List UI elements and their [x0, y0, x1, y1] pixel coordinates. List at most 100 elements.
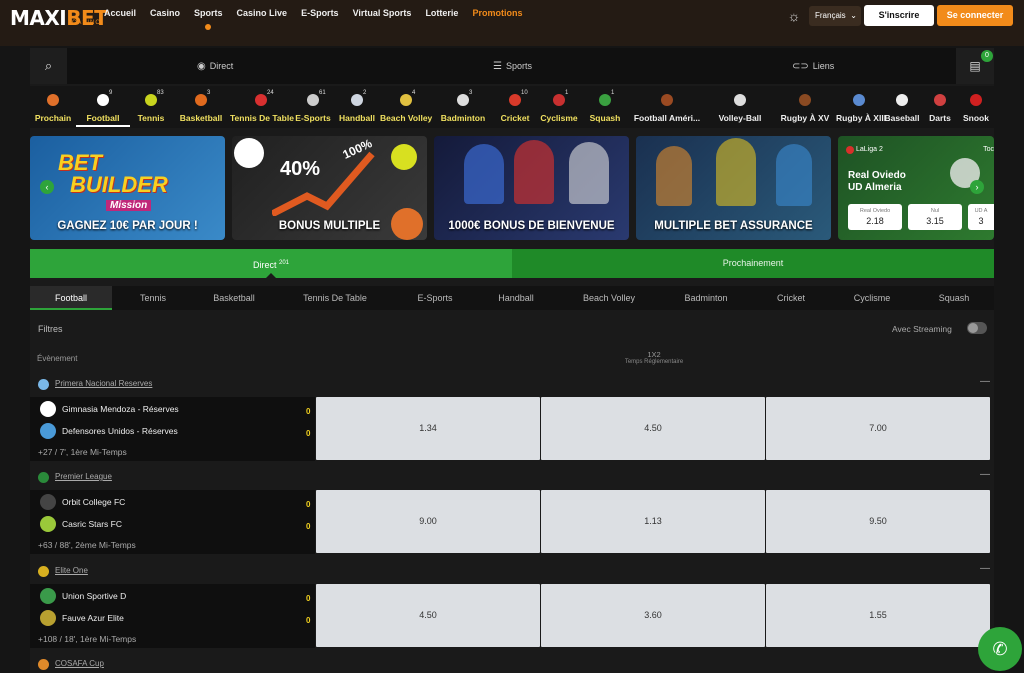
featured-odd-2[interactable]: UD A 3 [968, 204, 994, 230]
odd-button[interactable]: 9.50 [766, 490, 990, 553]
nav-item-promotions[interactable]: Promotions [472, 8, 522, 26]
collapse-icon[interactable]: — [980, 563, 990, 574]
league-header[interactable]: Primera Nacional Reserves — [30, 374, 994, 396]
sport-count: 2 [363, 90, 367, 96]
sport-label: Cyclisme [540, 113, 578, 123]
sport-label: E-Sports [295, 113, 331, 123]
tab-tennis-de-table[interactable]: Tennis De Table [274, 286, 396, 310]
tab-handball[interactable]: Handball [474, 286, 558, 310]
match-time: +63 / 88', 2ème Mi-Temps [38, 540, 136, 550]
odd-button[interactable]: 4.50 [541, 397, 765, 460]
nav-item-casino[interactable]: Casino [150, 8, 180, 26]
sport-item[interactable]: 1 Cyclisme [536, 86, 582, 128]
nav-item-sports[interactable]: Sports [194, 8, 223, 30]
register-button[interactable]: S'inscrire [864, 5, 934, 26]
player-image [776, 144, 812, 206]
odd-button[interactable]: 3.60 [541, 584, 765, 647]
nav-item-e-sports[interactable]: E-Sports [301, 8, 339, 26]
filters-label[interactable]: Filtres [38, 324, 63, 334]
banner-bonus-multiple[interactable]: 40% 100% BONUS MULTIPLE [232, 136, 427, 240]
sport-item[interactable]: 3 Basketball [172, 86, 230, 128]
sport-item[interactable]: Rugby À XIII [836, 86, 886, 128]
sport-icon [934, 94, 946, 106]
collapse-icon[interactable]: — [980, 469, 990, 480]
sport-icon [661, 94, 673, 106]
carousel-next-icon[interactable]: › [970, 180, 984, 194]
subnav-links[interactable]: ⊂⊃ Liens [792, 48, 834, 84]
link-icon: ⊂⊃ [792, 61, 809, 72]
chat-icon[interactable]: ✆ [978, 627, 1022, 671]
tab-e-sports[interactable]: E-Sports [396, 286, 474, 310]
sport-item[interactable]: 2 Handball [334, 86, 380, 128]
bet-slip-count: 0 [981, 50, 993, 62]
banner-bet-builder[interactable]: BET BUILDER Mission GAGNEZ 10€ PAR JOUR … [30, 136, 225, 240]
sport-item[interactable]: 10 Cricket [494, 86, 536, 128]
team-name: Orbit College FC [62, 497, 126, 507]
odd-button[interactable]: 1.13 [541, 490, 765, 553]
collapse-icon[interactable]: — [980, 376, 990, 387]
sport-icon [97, 94, 109, 106]
search-icon[interactable]: ⌕ [30, 48, 67, 84]
sport-item[interactable]: Football Améri... [628, 86, 706, 128]
sport-label: Handball [339, 113, 375, 123]
tab-tennis[interactable]: Tennis [112, 286, 194, 310]
carousel-prev-icon[interactable]: ‹ [40, 180, 54, 194]
odd-button[interactable]: 9.00 [316, 490, 540, 553]
sport-item[interactable]: 9 Football [76, 86, 130, 128]
sport-item[interactable]: Rugby À XV [774, 86, 836, 128]
sport-item[interactable]: Snook [958, 86, 994, 128]
flag-icon [38, 566, 49, 577]
nav-item-lotterie[interactable]: Lotterie [425, 8, 458, 26]
sport-count: 9 [109, 90, 113, 96]
sport-item[interactable]: 83 Tennis [130, 86, 172, 128]
subnav-sports[interactable]: ☰ Sports [493, 48, 532, 84]
banner-welcome-bonus[interactable]: 1000€ BONUS DE BIENVENUE [434, 136, 629, 240]
featured-odd-1[interactable]: Real Oviedo 2.18 [848, 204, 902, 230]
event-column-header: Évènement [37, 354, 78, 363]
tab-live[interactable]: Direct 201 [30, 249, 512, 278]
team-score: 0 [306, 429, 311, 438]
nav-item-accueil[interactable]: Accueil [104, 8, 136, 26]
sport-item[interactable]: 4 Beach Volley [380, 86, 432, 128]
banner-caption: BONUS MULTIPLE [278, 220, 381, 232]
sport-item[interactable]: Baseball [882, 86, 922, 128]
odd-button[interactable]: 4.50 [316, 584, 540, 647]
tab-cyclisme[interactable]: Cyclisme [830, 286, 914, 310]
sport-item[interactable]: 24 Tennis De Table [230, 86, 294, 128]
tab-football[interactable]: Football [30, 286, 112, 310]
tab-beach-volley[interactable]: Beach Volley [558, 286, 660, 310]
league-header[interactable]: COSAFA Cup [30, 654, 994, 673]
sport-item[interactable]: 1 Squash [582, 86, 628, 128]
nav-item-casino-live[interactable]: Casino Live [237, 8, 288, 26]
league-header[interactable]: Elite One — [30, 561, 994, 583]
sport-item[interactable]: 3 Badminton [432, 86, 494, 128]
sport-icon [457, 94, 469, 106]
sport-item[interactable]: 61 E-Sports [292, 86, 334, 128]
sport-item[interactable]: Darts [922, 86, 958, 128]
odd-button[interactable]: 1.34 [316, 397, 540, 460]
nav-item-virtual-sports[interactable]: Virtual Sports [353, 8, 412, 26]
odd-button[interactable]: 1.55 [766, 584, 990, 647]
tab-badminton[interactable]: Badminton [660, 286, 752, 310]
login-button[interactable]: Se connecter [937, 5, 1013, 26]
tab-cricket[interactable]: Cricket [752, 286, 830, 310]
match-time: +108 / 18', 1ère Mi-Temps [38, 634, 137, 644]
language-select[interactable]: Français ⌄ [809, 6, 861, 26]
odd-button[interactable]: 7.00 [766, 397, 990, 460]
theme-toggle-sun-icon[interactable]: ☼ [786, 8, 802, 24]
league-header[interactable]: Premier League — [30, 467, 994, 489]
featured-odd-draw[interactable]: Nul 3.15 [908, 204, 962, 230]
tab-basketball[interactable]: Basketball [194, 286, 274, 310]
subnav-live[interactable]: ◉ Direct [197, 48, 233, 84]
sport-label: Basketball [179, 113, 223, 123]
streaming-toggle[interactable] [967, 322, 987, 334]
brand-logo[interactable]: MAXIBET [10, 6, 108, 30]
sport-item[interactable]: Prochain [30, 86, 76, 128]
sport-count: 10 [521, 90, 528, 96]
tab-upcoming[interactable]: Prochainement [512, 249, 994, 278]
tab-squash[interactable]: Squash [914, 286, 994, 310]
sport-item[interactable]: Volley-Ball [706, 86, 774, 128]
sport-icon [853, 94, 865, 106]
sport-label: Tennis De Table [230, 113, 294, 123]
banner-bet-insurance[interactable]: MULTIPLE BET ASSURANCE [636, 136, 831, 240]
